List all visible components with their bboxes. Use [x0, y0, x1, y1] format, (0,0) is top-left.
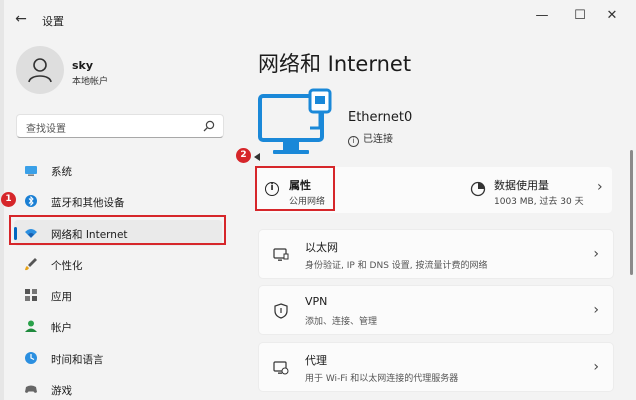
- search-input[interactable]: 查找设置: [16, 114, 224, 138]
- card-subtitle: 添加、连接、管理: [305, 317, 378, 327]
- bluetooth-icon: [25, 195, 37, 207]
- sidebar-item-accounts[interactable]: 帐户: [14, 313, 222, 339]
- scrollbar[interactable]: [630, 150, 633, 275]
- close-button[interactable]: ✕: [598, 6, 626, 26]
- adapter-name: Ethernet0: [348, 110, 413, 125]
- info-icon: i: [348, 136, 359, 147]
- ethernet-monitor-icon: [273, 248, 289, 261]
- data-usage-button[interactable]: [465, 167, 612, 213]
- app-title: 设置: [42, 15, 64, 28]
- shield-icon: [274, 303, 288, 319]
- minimize-button[interactable]: —: [528, 6, 556, 26]
- card-title: VPN: [305, 295, 328, 308]
- proxy-card[interactable]: 代理 用于 Wi-Fi 和以太网连接的代理服务器 ›: [258, 342, 614, 392]
- search-icon: [203, 120, 215, 132]
- sidebar-item-label: 应用: [51, 291, 72, 303]
- card-subtitle: 身份验证, IP 和 DNS 设置, 按流量计费的网络: [305, 261, 488, 271]
- account-type: 本地帐户: [72, 77, 109, 87]
- search-placeholder: 查找设置: [26, 124, 66, 135]
- proxy-monitor-icon: [273, 361, 289, 375]
- vpn-card[interactable]: VPN 添加、连接、管理 ›: [258, 285, 614, 335]
- account-icon: [25, 320, 37, 332]
- chevron-right-icon: ›: [593, 246, 599, 262]
- sidebar-item-time-language[interactable]: 时间和语言: [14, 345, 222, 371]
- chevron-right-icon: ›: [593, 359, 599, 375]
- gamepad-icon: [25, 385, 37, 393]
- highlight-box-network: [9, 215, 226, 245]
- sidebar-item-gaming[interactable]: 游戏: [14, 376, 222, 400]
- adapter-status: i 已连接: [348, 130, 393, 147]
- card-subtitle: 用于 Wi-Fi 和以太网连接的代理服务器: [305, 374, 459, 384]
- chevron-right-icon: ›: [593, 302, 599, 318]
- sidebar-item-bluetooth[interactable]: 蓝牙和其他设备: [14, 188, 222, 214]
- user-name: sky: [72, 59, 94, 72]
- adapter-status-text: 已连接: [363, 134, 393, 145]
- sidebar-item-label: 帐户: [51, 322, 72, 334]
- step-badge-2: 2: [236, 148, 251, 163]
- monitor-icon: [25, 166, 37, 176]
- sidebar-item-label: 系统: [51, 166, 72, 178]
- ethernet-card[interactable]: 以太网 身份验证, IP 和 DNS 设置, 按流量计费的网络 ›: [258, 229, 614, 279]
- sidebar-item-label: 蓝牙和其他设备: [51, 197, 125, 209]
- globe-clock-icon: [25, 352, 37, 364]
- title-bar: ← 设置 — ☐ ✕: [0, 0, 636, 36]
- user-icon: [28, 58, 52, 83]
- avatar[interactable]: [16, 46, 64, 94]
- maximize-button[interactable]: ☐: [566, 6, 594, 26]
- brush-icon: [25, 258, 37, 271]
- sidebar-item-personalization[interactable]: 个性化: [14, 251, 222, 277]
- highlight-box-properties: [255, 166, 335, 211]
- pointer-arrow-icon: [254, 153, 260, 161]
- sidebar-item-label: 游戏: [51, 385, 72, 397]
- sidebar-item-label: 时间和语言: [51, 354, 104, 366]
- card-title: 以太网: [305, 241, 338, 254]
- card-title: 代理: [305, 354, 327, 367]
- ethernet-monitor-illustration: [258, 88, 332, 154]
- back-button[interactable]: ←: [10, 10, 32, 28]
- sidebar-item-label: 个性化: [51, 260, 83, 272]
- page-title: 网络和 Internet: [258, 52, 412, 76]
- step-badge-1: 1: [1, 192, 16, 207]
- sidebar-item-apps[interactable]: 应用: [14, 282, 222, 308]
- apps-icon: [25, 289, 37, 301]
- sidebar-item-system[interactable]: 系统: [14, 157, 222, 183]
